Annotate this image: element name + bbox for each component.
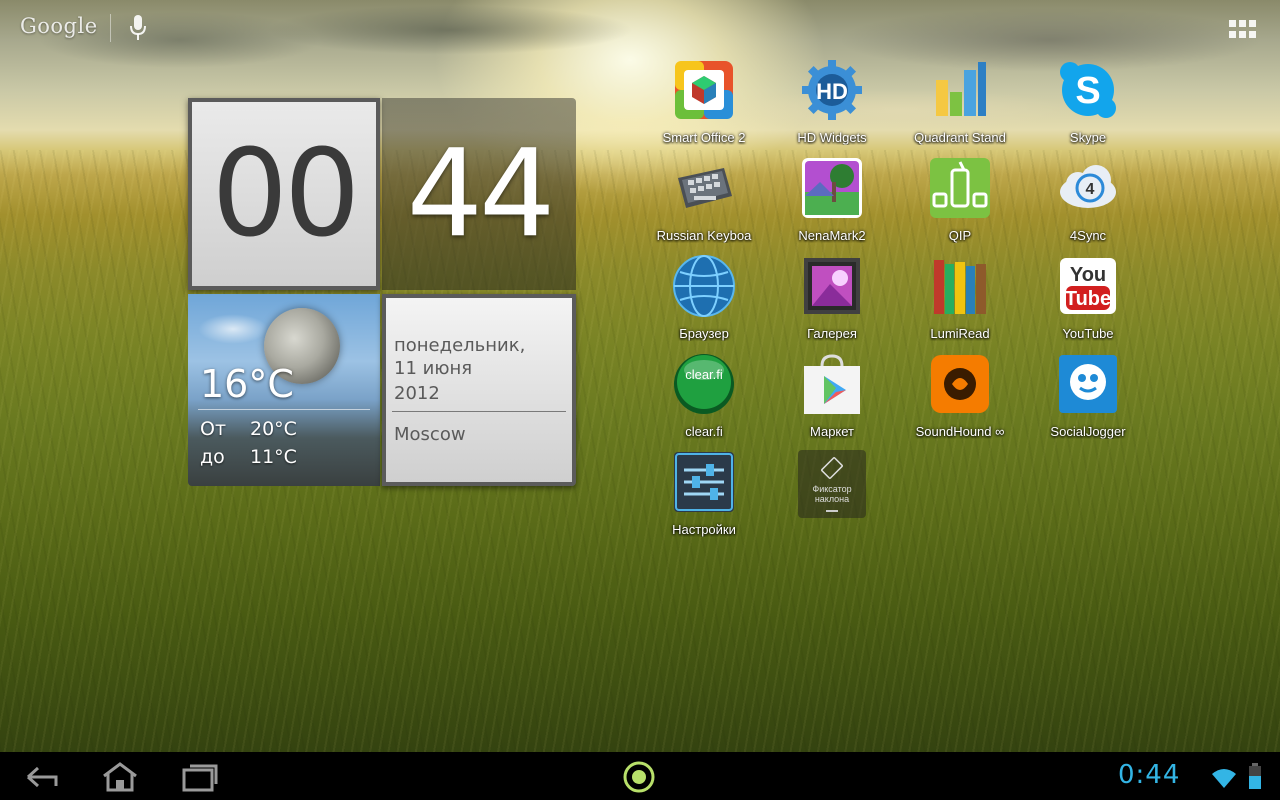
rotation-lock-indicator: [826, 510, 838, 512]
app-hd-widgets[interactable]: HD HD Widgets: [768, 58, 896, 154]
app-label: Quadrant Stand: [914, 130, 1006, 145]
date-panel[interactable]: понедельник, 11 июня 2012 Moscow: [382, 294, 576, 486]
settings-sliders-icon: [674, 452, 734, 512]
temp-high-label: От: [200, 418, 227, 440]
app-label: Russian Keyboa: [656, 228, 752, 243]
svg-text:S: S: [1075, 70, 1100, 112]
date-weekday: понедельник,: [394, 335, 526, 356]
recent-apps-icon[interactable]: [178, 760, 222, 794]
app-label: Браузер: [679, 326, 729, 341]
date-city: Moscow: [394, 424, 466, 445]
app-socialjogger[interactable]: SocialJogger: [1024, 352, 1152, 448]
back-icon[interactable]: [20, 760, 64, 794]
rotation-lock-icon: [821, 457, 843, 479]
app-label: YouTube: [1062, 326, 1114, 341]
top-bar-divider: [110, 14, 111, 42]
app-lumiread[interactable]: LumiRead: [896, 254, 1024, 350]
app-label: HD Widgets: [797, 130, 867, 145]
svg-text:Tube: Tube: [1065, 288, 1111, 310]
app-settings[interactable]: Настройки: [640, 450, 768, 546]
wifi-icon[interactable]: [1210, 764, 1238, 790]
clearfi-icon: clear.fi: [674, 354, 734, 414]
4sync-icon: 4: [1060, 165, 1116, 208]
temp-high-value: 20°C: [250, 418, 297, 440]
keyboard-icon: [678, 168, 732, 208]
date-divider: [392, 411, 566, 412]
app-label: Галерея: [807, 326, 857, 341]
clock-hours: 00: [188, 98, 380, 290]
app-clearfi[interactable]: clear.fi clear.fi: [640, 352, 768, 448]
app-label: Smart Office 2: [662, 130, 746, 145]
app-label: 4Sync: [1069, 228, 1107, 243]
weather-panel[interactable]: 16°C От 20°C до 11°C: [188, 294, 380, 486]
temp-low-value: 11°C: [250, 446, 297, 468]
app-soundhound[interactable]: SoundHound ∞: [896, 352, 1024, 448]
app-russian-keyboard[interactable]: Russian Keyboa: [640, 156, 768, 252]
app-label: QIP: [948, 228, 972, 243]
soundhound-icon: [931, 355, 989, 413]
status-clock[interactable]: 0:44: [1118, 760, 1180, 790]
app-quadrant[interactable]: Quadrant Stand: [896, 58, 1024, 154]
app-label: Настройки: [672, 522, 736, 537]
system-navigation-bar: 0:44: [0, 752, 1280, 800]
app-label: SoundHound ∞: [915, 424, 1005, 439]
weather-divider: [198, 409, 370, 410]
app-label: NenaMark2: [798, 228, 866, 243]
rotation-lock-label: Фиксатор наклона: [812, 484, 852, 504]
date-year: 2012: [394, 383, 440, 404]
quadrant-icon: [936, 62, 986, 116]
app-label: LumiRead: [930, 326, 990, 341]
app-nenamark[interactable]: NenaMark2: [768, 156, 896, 252]
temp-low-row: до 11°C: [200, 446, 297, 468]
books-icon: [934, 260, 986, 314]
app-label: Skype: [1069, 130, 1107, 145]
app-4sync[interactable]: 4 4Sync: [1024, 156, 1152, 252]
app-smart-office[interactable]: Smart Office 2: [640, 58, 768, 154]
svg-text:HD: HD: [816, 79, 848, 104]
rotation-lock-tile: Фиксатор наклона: [798, 450, 866, 518]
socialjogger-icon: [1059, 355, 1117, 413]
app-gallery[interactable]: Галерея: [768, 254, 896, 350]
svg-text:clear.fi: clear.fi: [685, 367, 723, 382]
app-label: Маркет: [809, 424, 855, 439]
all-apps-icon[interactable]: [1228, 18, 1258, 40]
temp-low-label: до: [200, 446, 225, 468]
app-qip[interactable]: QIP: [896, 156, 1024, 252]
clock-weather-widget[interactable]: 00 44 16°C От 20°C до 11°C понедельник, 11…: [188, 98, 576, 488]
home-icon[interactable]: [98, 760, 142, 794]
app-label: SocialJogger: [1050, 424, 1126, 439]
temp-high-row: От 20°C: [200, 418, 297, 440]
current-temperature: 16°C: [200, 362, 294, 406]
google-search-logo[interactable]: Google: [20, 14, 98, 38]
app-label: clear.fi: [685, 424, 723, 439]
app-browser[interactable]: Браузер: [640, 254, 768, 350]
nenamark-icon: [802, 158, 862, 218]
skype-icon: S: [1060, 62, 1116, 118]
notification-dot-icon[interactable]: [622, 760, 656, 794]
app-skype[interactable]: S Skype: [1024, 58, 1152, 154]
battery-icon[interactable]: [1248, 762, 1262, 790]
svg-text:4: 4: [1086, 181, 1095, 198]
gallery-icon: [804, 258, 860, 314]
hd-widgets-icon: HD: [802, 60, 862, 120]
svg-text:You: You: [1070, 264, 1106, 286]
clock-minutes: 44: [382, 98, 576, 290]
app-youtube[interactable]: You Tube YouTube: [1024, 254, 1152, 350]
app-market[interactable]: Маркет: [768, 352, 896, 448]
market-icon: [804, 354, 860, 414]
qip-icon: [930, 158, 990, 218]
date-day-month: 11 июня: [394, 358, 473, 379]
smart-office-icon: [675, 61, 733, 119]
rotation-lock-widget[interactable]: Фиксатор наклона: [768, 450, 896, 546]
browser-globe-icon: [673, 255, 735, 317]
mic-icon[interactable]: [128, 14, 148, 42]
youtube-icon: You Tube: [1060, 258, 1116, 314]
